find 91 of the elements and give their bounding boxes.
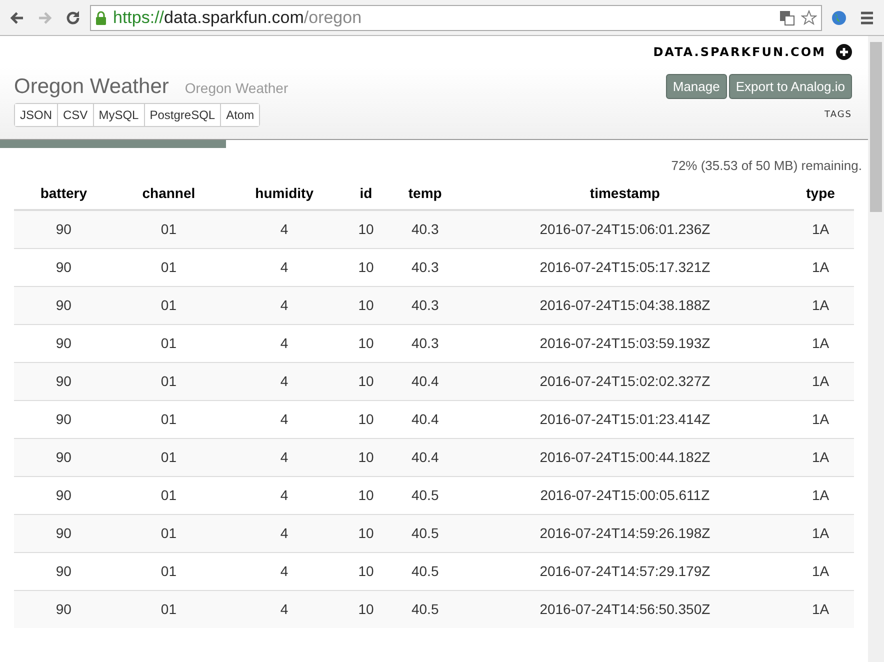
- table-cell: 4: [224, 248, 345, 286]
- table-cell: 2016-07-24T14:59:26.198Z: [462, 514, 788, 552]
- table-cell: 01: [113, 514, 224, 552]
- format-button[interactable]: JSON: [15, 104, 58, 126]
- table-cell: 2016-07-24T15:00:05.611Z: [462, 476, 788, 514]
- table-cell: 90: [14, 552, 114, 590]
- table-cell: 40.5: [387, 514, 463, 552]
- table-cell: 10: [344, 552, 388, 590]
- table-cell: 2016-07-24T15:00:44.182Z: [462, 438, 788, 476]
- table-cell: 4: [224, 210, 345, 248]
- table-cell: 4: [224, 514, 345, 552]
- table-cell: 4: [224, 324, 345, 362]
- table-cell: 10: [344, 286, 388, 324]
- table-cell: 1A: [787, 400, 854, 438]
- table-cell: 01: [113, 476, 224, 514]
- table-cell: 4: [224, 286, 345, 324]
- table-cell: 1A: [787, 476, 854, 514]
- table-cell: 40.5: [387, 476, 463, 514]
- table-cell: 10: [344, 514, 388, 552]
- table-cell: 90: [14, 362, 114, 400]
- table-cell: 2016-07-24T14:56:50.350Z: [462, 590, 788, 628]
- table-cell: 1A: [787, 590, 854, 628]
- table-cell: 2016-07-24T14:57:29.179Z: [462, 552, 788, 590]
- table-cell: 90: [14, 476, 114, 514]
- table-cell: 01: [113, 210, 224, 248]
- scrollbar-thumb[interactable]: [870, 42, 882, 212]
- star-icon[interactable]: [801, 10, 817, 26]
- stream-description: Oregon Weather: [184, 80, 288, 96]
- table-cell: 1A: [787, 552, 854, 590]
- plus-icon[interactable]: [836, 44, 852, 60]
- table-cell: 90: [14, 286, 114, 324]
- table-cell: 90: [14, 248, 114, 286]
- table-cell: 40.4: [387, 400, 463, 438]
- table-cell: 40.3: [387, 286, 463, 324]
- translate-icon[interactable]: [779, 10, 795, 26]
- table-cell: 4: [224, 362, 345, 400]
- address-bar[interactable]: https://data.sparkfun.com/oregon: [90, 4, 822, 30]
- table-cell: 1A: [787, 438, 854, 476]
- table-cell: 90: [14, 590, 114, 628]
- table-cell: 2016-07-24T15:01:23.414Z: [462, 400, 788, 438]
- table-cell: 1A: [787, 514, 854, 552]
- stream-title: Oregon Weather: [14, 74, 169, 98]
- table-cell: 01: [113, 590, 224, 628]
- table-cell: 01: [113, 324, 224, 362]
- table-cell: 2016-07-24T15:03:59.193Z: [462, 324, 788, 362]
- table-cell: 90: [14, 438, 114, 476]
- table-cell: 10: [344, 210, 388, 248]
- site-title[interactable]: DATA.SPARKFUN.COM: [653, 45, 826, 59]
- table-cell: 40.3: [387, 210, 463, 248]
- export-button[interactable]: Export to Analog.io: [728, 74, 852, 99]
- table-cell: 90: [14, 324, 114, 362]
- table-cell: 01: [113, 400, 224, 438]
- table-cell: 40.5: [387, 590, 463, 628]
- table-cell: 1A: [787, 324, 854, 362]
- table-cell: 10: [344, 438, 388, 476]
- table-cell: 40.3: [387, 248, 463, 286]
- table-cell: 2016-07-24T15:04:38.188Z: [462, 286, 788, 324]
- table-cell: 1A: [787, 362, 854, 400]
- lock-icon: [95, 10, 107, 24]
- table-cell: 10: [344, 476, 388, 514]
- table-cell: 4: [224, 476, 345, 514]
- table-cell: 10: [344, 248, 388, 286]
- table-cell: 1A: [787, 248, 854, 286]
- table-cell: 1A: [787, 210, 854, 248]
- table-cell: 10: [344, 324, 388, 362]
- table-cell: 1A: [787, 286, 854, 324]
- table-cell: 2016-07-24T15:06:01.236Z: [462, 210, 788, 248]
- table-cell: 01: [113, 438, 224, 476]
- table-cell: 10: [344, 590, 388, 628]
- table-cell: 4: [224, 438, 345, 476]
- table-cell: 40.4: [387, 438, 463, 476]
- storage-remaining: 72% (35.53 of 50 MB) remaining.: [671, 158, 862, 173]
- table-cell: 40.5: [387, 552, 463, 590]
- table-cell: 40.4: [387, 362, 463, 400]
- table-cell: 90: [14, 210, 114, 248]
- table-cell: 4: [224, 400, 345, 438]
- table-cell: 4: [224, 590, 345, 628]
- table-cell: 01: [113, 362, 224, 400]
- table-cell: 2016-07-24T15:02:02.327Z: [462, 362, 788, 400]
- tags-label: TAGS: [824, 110, 852, 120]
- table-cell: 40.3: [387, 324, 463, 362]
- table-cell: 90: [14, 514, 114, 552]
- table-cell: 10: [344, 400, 388, 438]
- table-cell: 01: [113, 552, 224, 590]
- table-cell: 01: [113, 248, 224, 286]
- table-cell: 4: [224, 552, 345, 590]
- table-cell: 2016-07-24T15:05:17.321Z: [462, 248, 788, 286]
- table-cell: 90: [14, 400, 114, 438]
- manage-button[interactable]: Manage: [666, 74, 727, 99]
- table-cell: 10: [344, 362, 388, 400]
- table-cell: 01: [113, 286, 224, 324]
